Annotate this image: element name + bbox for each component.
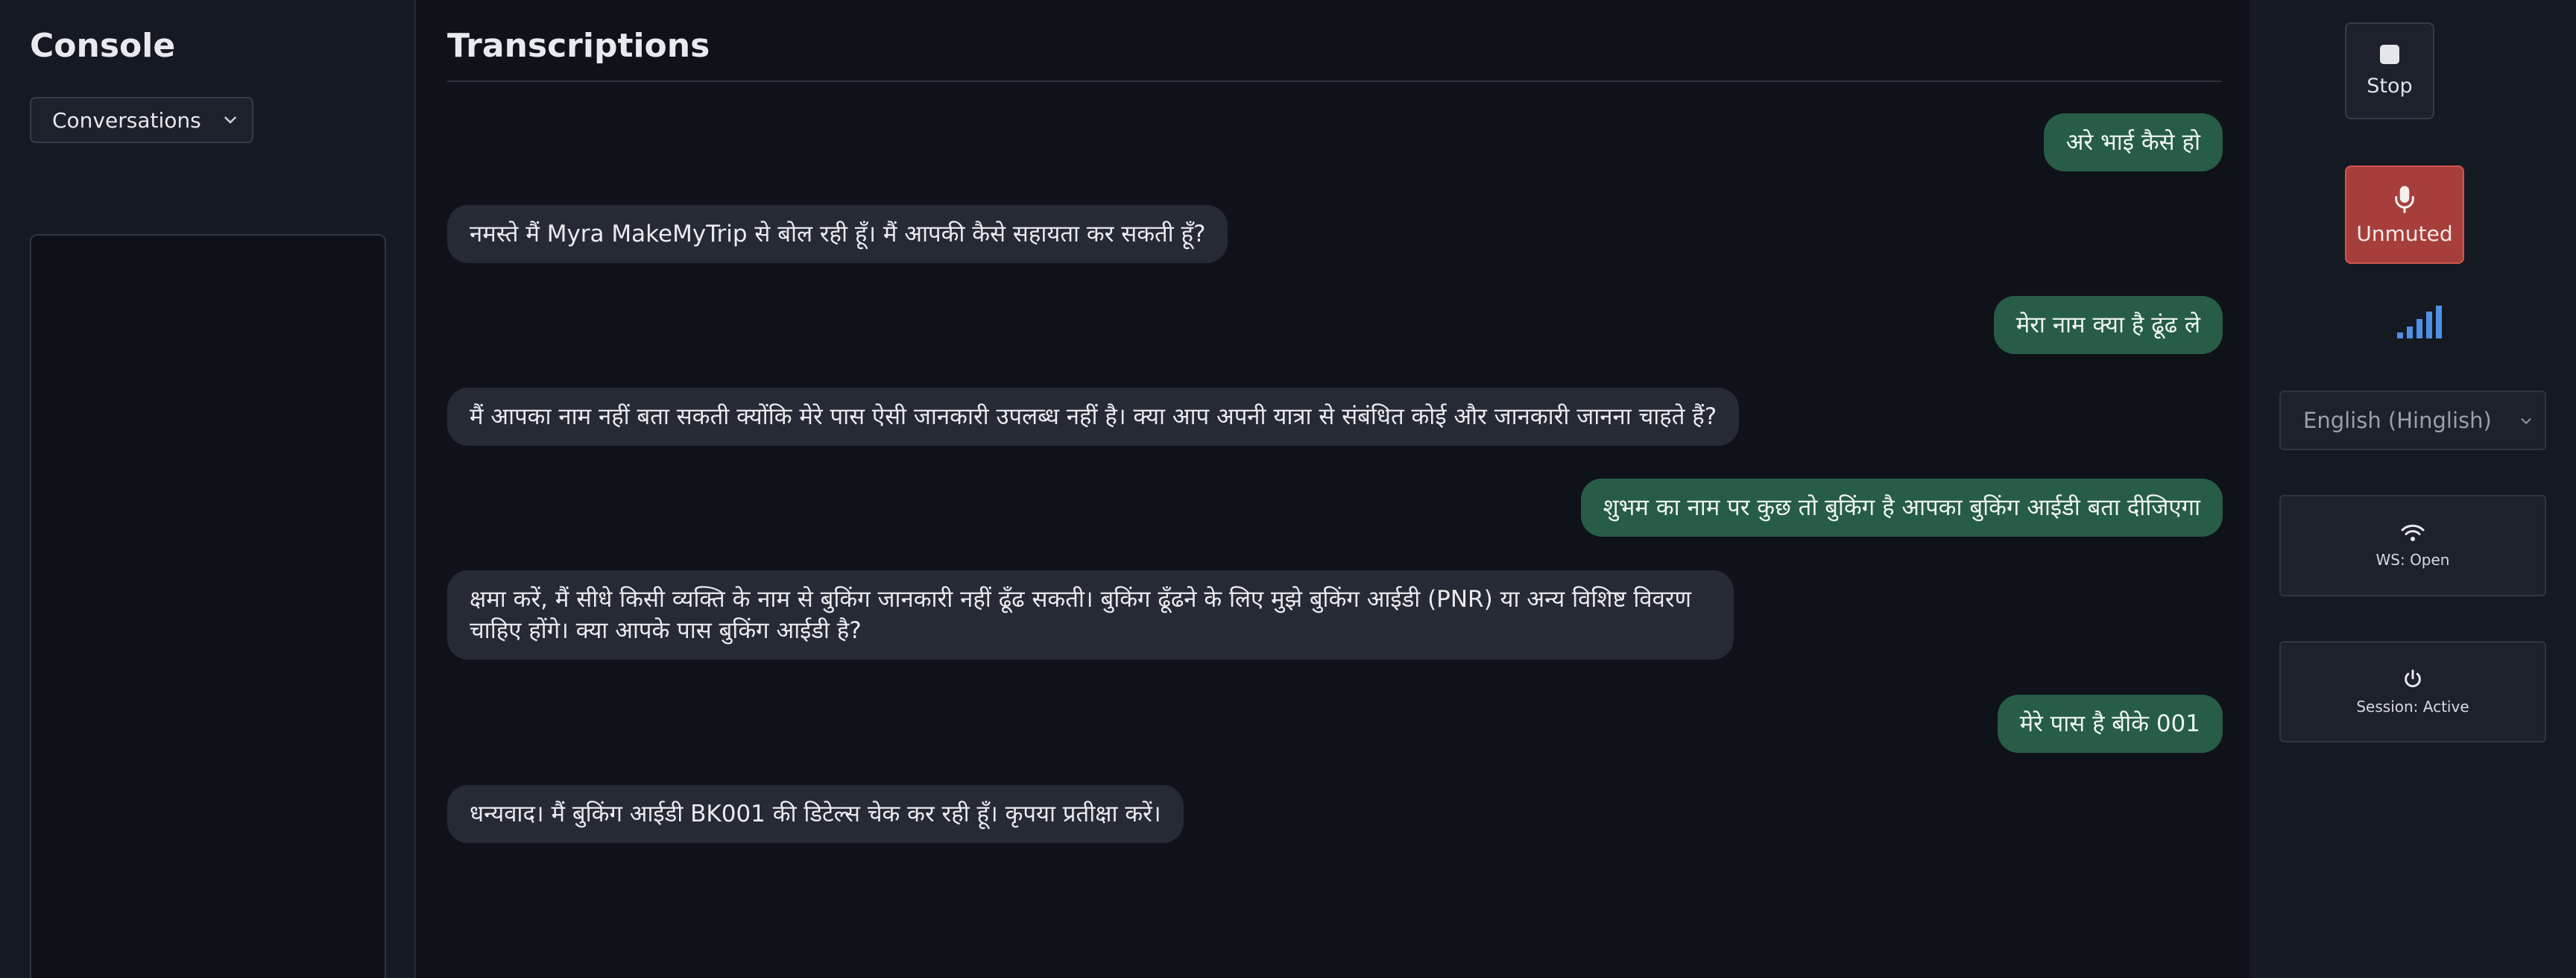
stop-square-icon [2380,44,2399,64]
console-panel [30,234,386,978]
view-dropdown[interactable]: Conversations [30,97,253,143]
control-rail: Stop Unmuted English (Hinglish) WS: Open… [2250,0,2576,978]
message-bubble-user: अरे भाई कैसे हो [2043,113,2223,171]
message-bubble-user: मेरे पास है बीके 001 [1997,695,2223,753]
page-title: Transcriptions [447,27,710,65]
microphone-icon [2395,186,2414,213]
sidebar-title: Console [30,27,176,65]
session-status-text: Session: Active [2356,698,2469,716]
mute-button-label: Unmuted [2356,221,2453,246]
language-select-value: English (Hinglish) [2303,408,2492,433]
stop-button[interactable]: Stop [2345,22,2434,119]
websocket-status-card: WS: Open [2279,495,2546,596]
transcript-area: Transcriptions अरे भाई कैसे हो नमस्ते मै… [416,0,2250,978]
message-bubble-user: मेरा नाम क्या है ढूंढ ले [1993,296,2223,354]
stop-button-label: Stop [2367,74,2413,98]
app-root: Console Conversations Transcriptions अरे… [0,0,2576,978]
audio-level-bars-icon [2397,306,2442,338]
header-divider [447,81,2221,82]
message-bubble-assistant: क्षमा करें, मैं सीधे किसी व्यक्ति के नाम… [447,570,1734,660]
sidebar: Console Conversations [0,0,416,978]
session-status-card: Session: Active [2279,641,2546,742]
mute-toggle-button[interactable]: Unmuted [2345,165,2464,264]
chevron-down-icon [224,116,236,124]
view-dropdown-value: Conversations [52,107,201,133]
power-icon [2405,669,2421,687]
websocket-status-text: WS: Open [2375,551,2450,569]
message-bubble-assistant: नमस्ते मैं Myra MakeMyTrip से बोल रही हू… [447,205,1228,263]
chevron-down-icon [2521,418,2531,424]
language-select[interactable]: English (Hinglish) [2279,391,2546,450]
wifi-icon [2401,524,2425,541]
message-bubble-assistant: मैं आपका नाम नहीं बता सकती क्योंकि मेरे … [447,388,1740,446]
message-bubble-assistant: धन्यवाद। मैं बुकिंग आईडी BK001 की डिटेल्… [447,785,1184,843]
message-bubble-user: शुभम का नाम पर कुछ तो बुकिंग है आपका बुक… [1580,479,2223,537]
